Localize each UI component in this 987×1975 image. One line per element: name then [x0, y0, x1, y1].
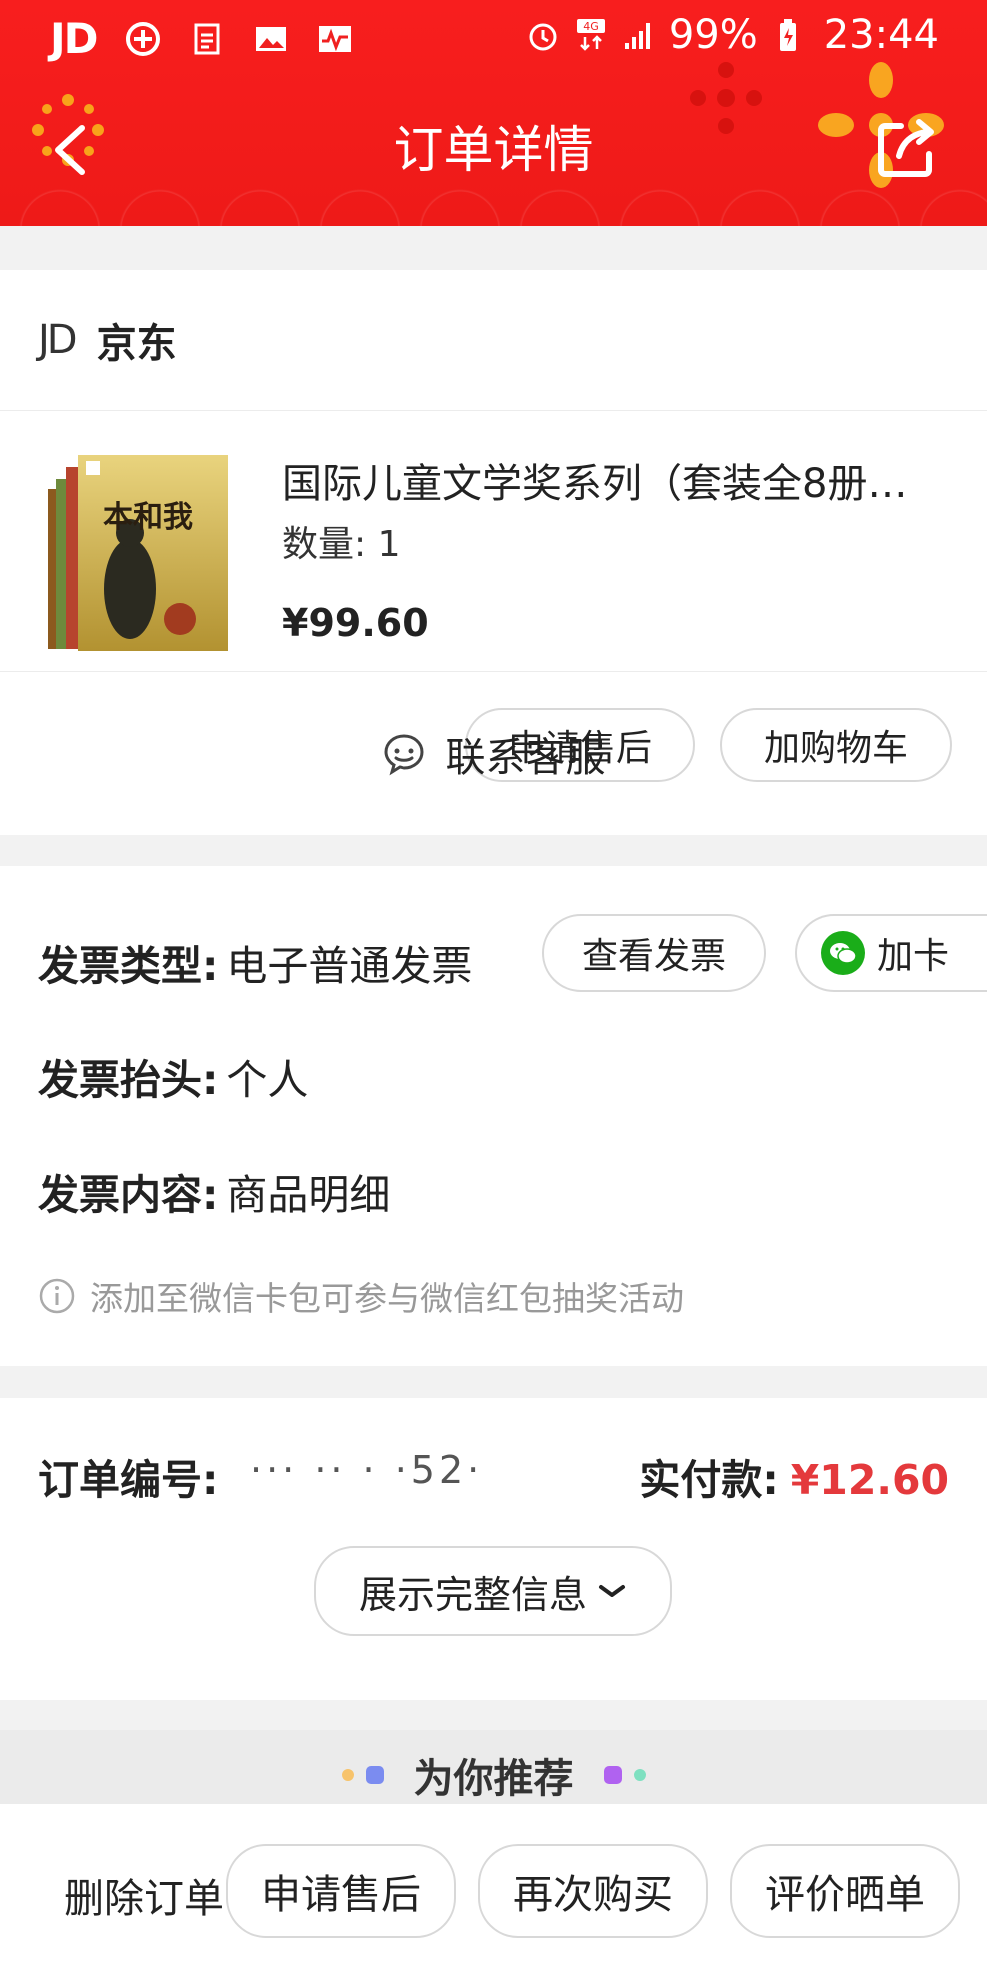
- wechat-icon: [821, 931, 865, 975]
- image-icon: [255, 26, 286, 51]
- jd-status-logo: JD: [50, 14, 98, 63]
- invoice-title-value: 个人: [226, 1056, 309, 1104]
- info-icon: [39, 1278, 75, 1314]
- bottom-apply-after-sale-button[interactable]: 申请售后: [226, 1844, 456, 1938]
- invoice-content-row: 发票内容: 商品明细: [38, 1161, 390, 1221]
- product-quantity: 数量: 1: [282, 524, 401, 565]
- invoice-note-text: 添加至微信卡包可参与微信红包抽奖活动: [90, 1279, 684, 1318]
- book-cover-image[interactable]: 本和我: [30, 449, 230, 659]
- battery-icon: [779, 19, 796, 51]
- 4g-icon: 4G: [576, 19, 605, 51]
- paid-amount: 实付款: ¥12.60: [639, 1446, 949, 1506]
- product-title[interactable]: 国际儿童文学奖系列（套装全8册…: [282, 451, 942, 509]
- delete-order-button[interactable]: 删除订单: [64, 1866, 224, 1924]
- paid-amount-label: 实付款:: [639, 1456, 779, 1504]
- recommend-title: 为你推荐: [413, 1756, 574, 1802]
- invoice-note: 添加至微信卡包可参与微信红包抽奖活动: [38, 1272, 684, 1320]
- invoice-content-label: 发票内容:: [38, 1171, 219, 1219]
- order-number-label: 订单编号:: [38, 1456, 219, 1504]
- page-title: 订单详情: [393, 121, 594, 179]
- svg-text:4G: 4G: [583, 20, 599, 33]
- book-cover-title: 本和我: [103, 500, 193, 535]
- signal-icon: [624, 23, 650, 49]
- show-full-info-button[interactable]: 展示完整信息: [314, 1546, 672, 1636]
- show-full-info-label: 展示完整信息: [358, 1572, 587, 1617]
- decor-dot: [633, 1769, 646, 1781]
- order-number-value: ··· ·· · ·52·: [250, 1448, 484, 1492]
- invoice-title-label: 发票抬头:: [38, 1056, 219, 1104]
- status-bar: JD 4G 99% 23:44: [0, 0, 987, 74]
- alarm-icon: [529, 23, 557, 51]
- decor-square: [603, 1766, 622, 1784]
- plus-circle-icon: [125, 21, 160, 56]
- shop-card: JD 京东 本和我 国际儿童文学奖系列（套装全8册… 数量: 1 ¥99.60 …: [0, 270, 987, 835]
- battery-percent: 99%: [668, 12, 758, 58]
- invoice-type-label: 发票类型:: [38, 942, 219, 990]
- add-to-wechat-card-button[interactable]: 加卡: [795, 914, 987, 992]
- header: JD 4G 99% 23:44 订单详情: [0, 0, 987, 226]
- clock: 23:44: [823, 12, 939, 58]
- share-icon[interactable]: [873, 116, 939, 182]
- invoice-card: 发票类型: 电子普通发票 查看发票 加卡 发票抬头: 个人 发票内容: 商品明细…: [0, 866, 987, 1366]
- view-invoice-button[interactable]: 查看发票: [542, 914, 766, 992]
- review-button[interactable]: 评价晒单: [730, 1844, 960, 1938]
- invoice-content-value: 商品明细: [226, 1171, 391, 1219]
- contact-service-label: 联系客服: [445, 734, 606, 781]
- decor-square: [365, 1766, 384, 1784]
- document-icon: [194, 23, 219, 54]
- jd-logo: JD: [38, 317, 78, 363]
- buy-again-button[interactable]: 再次购买: [478, 1844, 708, 1938]
- customer-service-icon: [383, 733, 424, 775]
- invoice-type-value: 电子普通发票: [226, 942, 473, 990]
- contact-service-button[interactable]: 联系客服: [0, 672, 987, 835]
- activity-icon: [318, 25, 351, 52]
- paid-amount-value: ¥12.60: [790, 1456, 949, 1504]
- invoice-type-row: 发票类型: 电子普通发票: [38, 932, 472, 992]
- shop-header[interactable]: JD 京东: [0, 270, 987, 411]
- product-price: ¥99.60: [282, 601, 429, 645]
- add-to-wechat-card-label: 加卡: [877, 936, 950, 977]
- chevron-down-icon: [599, 1585, 625, 1597]
- decor-dot: [341, 1769, 354, 1781]
- product-item[interactable]: 本和我 国际儿童文学奖系列（套装全8册… 数量: 1 ¥99.60: [0, 411, 987, 672]
- invoice-title-row: 发票抬头: 个人: [38, 1046, 308, 1106]
- bottom-action-bar: 删除订单 申请售后 再次购买 评价晒单: [0, 1804, 987, 1975]
- order-card: 订单编号: ··· ·· · ·52· 实付款: ¥12.60 展示完整信息: [0, 1398, 987, 1700]
- shop-name: 京东: [96, 321, 177, 367]
